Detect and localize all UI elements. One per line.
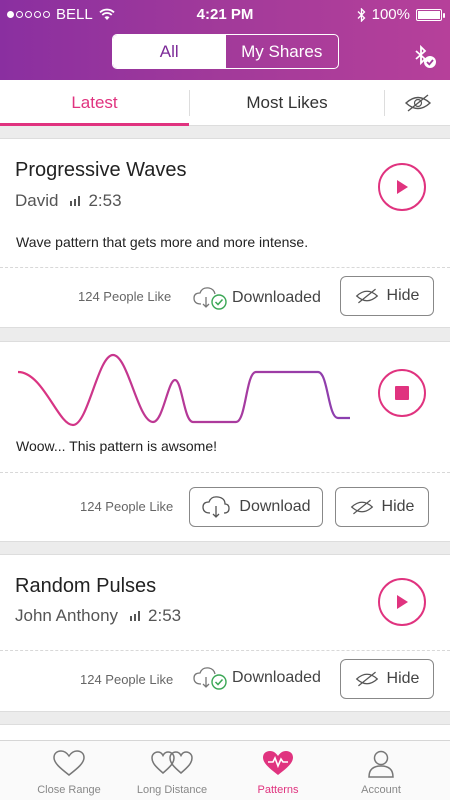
nav-label: Account <box>361 784 401 796</box>
hide-button[interactable]: Hide <box>340 659 434 699</box>
battery-icon <box>416 8 445 21</box>
cloud-downloaded-icon <box>193 287 227 310</box>
pattern-author: David <box>15 191 59 210</box>
heart-pulse-icon <box>263 751 293 775</box>
hide-button[interactable]: Hide <box>335 487 429 527</box>
nav-label: Long Distance <box>136 784 208 796</box>
header: BELL 4:21 PM 100% All My Shares <box>0 0 450 80</box>
status-bar: BELL 4:21 PM 100% <box>0 0 450 28</box>
pattern-author: John Anthony <box>15 606 119 625</box>
hide-label: Hide <box>381 498 415 515</box>
eye-slash-icon <box>350 499 373 515</box>
segment-control: All My Shares <box>112 34 339 69</box>
pattern-meta: David 2:53 <box>15 191 122 211</box>
pattern-duration: 2:53 <box>88 191 122 210</box>
heart-icon <box>53 750 85 776</box>
tab-latest[interactable]: Latest <box>0 80 189 126</box>
pattern-card: Random Pulses John Anthony 2:53 124 Peop… <box>0 554 450 712</box>
play-button[interactable] <box>378 163 426 211</box>
status-right: 100% <box>357 6 445 23</box>
pattern-description: Woow... This pattern is awsome! <box>16 438 218 454</box>
eye-slash-icon <box>355 288 378 304</box>
tab-most-likes[interactable]: Most Likes <box>190 80 384 126</box>
download-button[interactable]: Download <box>189 487 323 527</box>
battery-percent: 100% <box>371 6 410 23</box>
pattern-duration: 2:53 <box>148 606 182 625</box>
divider <box>0 267 450 268</box>
cloud-download-icon <box>202 496 231 518</box>
tab-hidden[interactable] <box>385 80 450 126</box>
two-hearts-icon <box>151 751 193 774</box>
downloaded-label: Downloaded <box>232 669 321 686</box>
pattern-title: Progressive Waves <box>15 159 187 181</box>
bluetooth-connected-icon[interactable] <box>412 44 438 70</box>
person-icon <box>368 750 394 778</box>
stop-button[interactable] <box>378 369 426 417</box>
hide-label: Hide <box>386 670 420 687</box>
bottom-tab-bar: Close Range Long Distance Patterns Accou… <box>0 740 450 800</box>
play-icon <box>397 180 408 194</box>
waveform-graph <box>18 353 350 427</box>
segment-all[interactable]: All <box>113 35 226 68</box>
likes-count: 124 People Like <box>80 672 174 687</box>
hide-button[interactable]: Hide <box>340 276 434 316</box>
nav-close-range[interactable]: Close Range <box>19 741 119 800</box>
divider <box>0 650 450 651</box>
nav-patterns[interactable]: Patterns <box>228 741 328 800</box>
downloaded-status: Downloaded <box>192 665 321 691</box>
pattern-meta: John Anthony 2:53 <box>15 606 181 626</box>
segment-my-shares[interactable]: My Shares <box>226 35 339 68</box>
nav-account[interactable]: Account <box>331 741 431 800</box>
eye-slash-icon <box>404 94 431 112</box>
intensity-icon <box>130 611 141 621</box>
likes-count: 124 People Like <box>80 499 174 514</box>
nav-label: Close Range <box>37 784 101 796</box>
eye-slash-icon <box>355 671 378 687</box>
stop-icon <box>395 386 409 400</box>
pattern-description: Wave pattern that gets more and more int… <box>16 234 309 250</box>
bluetooth-status-icon <box>357 7 366 22</box>
pattern-title: Random Pulses <box>15 575 157 597</box>
pattern-card: Progressive Waves David 2:53 Wave patter… <box>0 138 450 328</box>
hide-label: Hide <box>386 287 420 304</box>
pattern-card: Woow... This pattern is awsome! 124 Peop… <box>0 341 450 542</box>
tab-bar-top: Latest Most Likes <box>0 80 450 126</box>
cloud-downloaded-icon <box>193 667 227 690</box>
divider <box>0 472 450 473</box>
likes-count: 124 People Like <box>78 289 172 304</box>
intensity-icon <box>70 196 81 206</box>
download-label: Download <box>239 498 311 515</box>
play-icon <box>397 595 408 609</box>
downloaded-status: Downloaded <box>192 285 321 311</box>
nav-label: Patterns <box>257 784 299 796</box>
play-button[interactable] <box>378 578 426 626</box>
downloaded-label: Downloaded <box>232 289 321 306</box>
nav-long-distance[interactable]: Long Distance <box>122 741 222 800</box>
